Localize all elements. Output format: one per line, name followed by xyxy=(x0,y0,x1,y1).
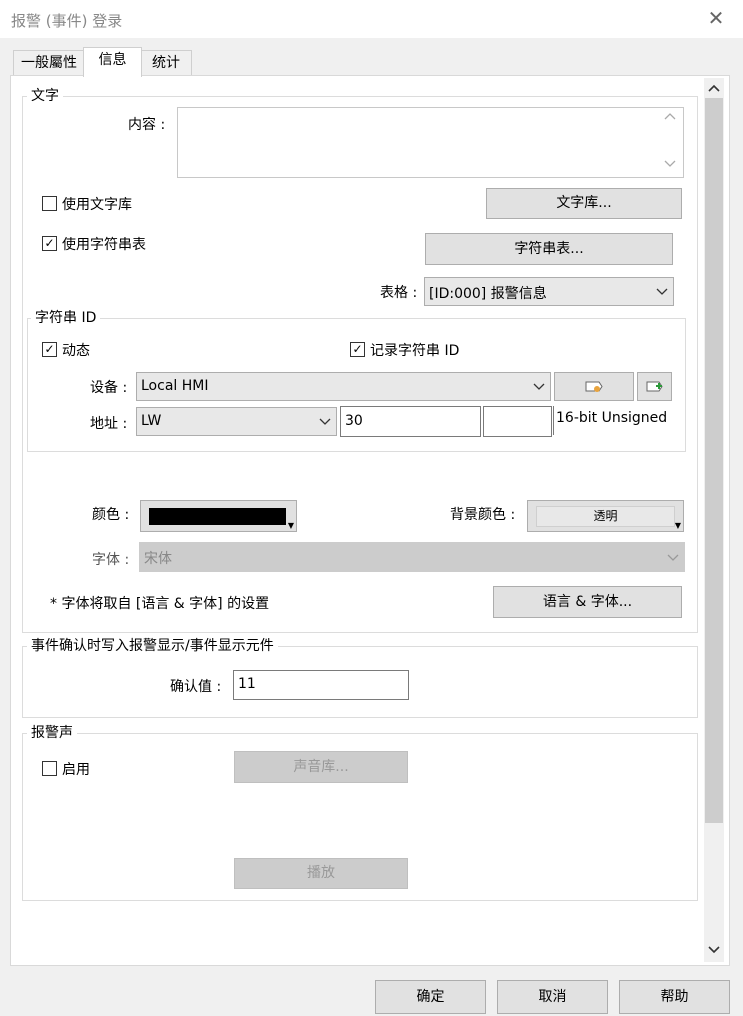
use-text-library-label: 使用文字库 xyxy=(62,197,132,213)
color-label: 颜色 : xyxy=(92,507,130,523)
font-select[interactable]: 宋体 xyxy=(139,542,685,572)
confirm-value-input[interactable]: 11 xyxy=(233,670,409,700)
tab-info[interactable]: 信息 xyxy=(83,47,142,77)
use-text-library-checkbox[interactable] xyxy=(42,196,57,211)
chevron-down-icon xyxy=(318,414,332,428)
font-note: * 字体将取自 [语言 & 字体] 的设置 xyxy=(50,596,270,612)
chevron-down-icon[interactable] xyxy=(663,156,677,170)
content-label: 内容 : xyxy=(128,117,166,133)
use-string-table-label: 使用字符串表 xyxy=(62,237,146,253)
dynamic-checkbox[interactable]: ✓ xyxy=(42,342,57,357)
scrollbar-thumb[interactable] xyxy=(705,98,723,823)
device-label: 设备 : xyxy=(90,380,128,396)
use-string-table-checkbox[interactable]: ✓ xyxy=(42,236,57,251)
help-button[interactable]: 帮助 xyxy=(619,980,730,1014)
data-format-value: 16-bit Unsigned xyxy=(556,410,668,426)
language-font-button[interactable]: 语言 & 字体... xyxy=(493,586,682,618)
font-label: 字体 : xyxy=(92,552,130,568)
content-textarea[interactable] xyxy=(177,107,684,178)
play-button[interactable]: 播放 xyxy=(234,858,408,889)
enable-sound-label: 启用 xyxy=(62,762,90,778)
tag-add-button[interactable] xyxy=(637,372,672,401)
tab-general[interactable]: 一般屬性 xyxy=(13,50,85,75)
caret-down-icon: ▼ xyxy=(287,521,294,530)
chevron-down-icon xyxy=(655,284,669,298)
bg-color-picker[interactable]: 透明 ▼ xyxy=(527,500,684,532)
text-group-legend: 文字 xyxy=(27,87,63,105)
sound-library-button[interactable]: 声音库... xyxy=(234,751,408,783)
address-type-select[interactable]: LW xyxy=(136,407,337,436)
address-label: 地址 : xyxy=(90,416,128,432)
bg-color-value: 透明 xyxy=(536,506,675,527)
caret-down-icon: ▼ xyxy=(674,521,681,530)
enable-sound-checkbox[interactable] xyxy=(42,761,57,776)
event-confirm-legend: 事件确认时写入报警显示/事件显示元件 xyxy=(27,637,278,655)
font-value: 宋体 xyxy=(144,551,172,567)
window-title: 报警 (事件) 登录 xyxy=(11,12,123,30)
bg-color-label: 背景颜色 : xyxy=(450,507,516,523)
record-string-id-checkbox[interactable]: ✓ xyxy=(350,342,365,357)
cancel-button[interactable]: 取消 xyxy=(497,980,608,1014)
data-format-field: 16-bit Unsigned xyxy=(553,406,674,435)
chevron-up-icon[interactable] xyxy=(706,80,722,96)
tab-stats[interactable]: 统计 xyxy=(140,50,192,75)
chevron-up-icon[interactable] xyxy=(663,110,677,124)
tag-icon xyxy=(585,381,603,392)
chevron-down-icon xyxy=(532,379,546,393)
address-input[interactable]: 30 xyxy=(340,406,481,437)
string-id-legend: 字符串 ID xyxy=(31,309,101,327)
device-value: Local HMI xyxy=(141,378,209,394)
table-value: [ID:000] 报警信息 xyxy=(429,286,547,302)
table-select[interactable]: [ID:000] 报警信息 xyxy=(424,277,674,306)
color-swatch xyxy=(149,508,286,525)
confirm-value-label: 确认值 : xyxy=(170,679,222,695)
ok-button[interactable]: 确定 xyxy=(375,980,486,1014)
address-value: 30 xyxy=(345,413,363,429)
string-table-button[interactable]: 字符串表... xyxy=(425,233,673,265)
address-extra-input[interactable] xyxy=(483,406,552,437)
chevron-down-icon[interactable] xyxy=(706,942,722,958)
tag-picker-button[interactable] xyxy=(554,372,634,401)
record-string-id-label: 记录字符串 ID xyxy=(370,343,460,359)
dynamic-label: 动态 xyxy=(62,343,90,359)
table-label: 表格 : xyxy=(380,285,418,301)
tag-add-icon xyxy=(646,381,663,392)
chevron-down-icon xyxy=(666,550,680,564)
alarm-sound-legend: 报警声 xyxy=(27,724,77,742)
color-picker[interactable]: ▼ xyxy=(140,500,297,532)
close-icon[interactable]: ✕ xyxy=(707,6,725,30)
address-type-value: LW xyxy=(141,413,162,429)
text-library-button[interactable]: 文字库... xyxy=(486,188,682,219)
confirm-value: 11 xyxy=(238,676,256,692)
device-select[interactable]: Local HMI xyxy=(136,372,551,401)
